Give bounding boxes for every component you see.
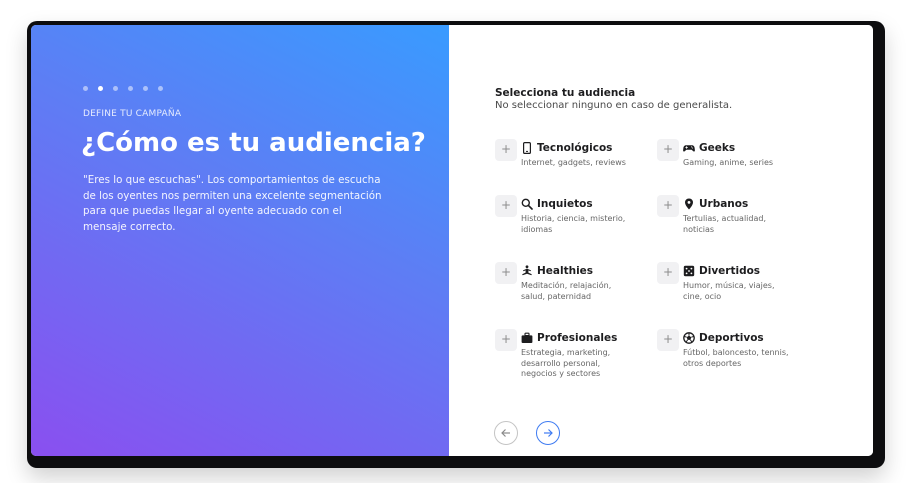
soccer-ball-icon <box>683 332 695 344</box>
option-description: Gaming, anime, series <box>683 158 774 167</box>
audience-title: Selecciona tu audiencia <box>495 87 636 99</box>
step-dot[interactable] <box>83 86 88 91</box>
section-kicker: DEFINE TU CAMPAÑA <box>83 109 182 119</box>
smartphone-icon <box>523 142 531 154</box>
option-label: Urbanos <box>699 198 749 210</box>
add-button[interactable]: + <box>657 329 679 351</box>
option-description: Internet, gadgets, reviews <box>521 158 626 167</box>
option-description: Historia, ciencia, misterio, idiomas <box>521 214 626 234</box>
add-button[interactable]: + <box>495 262 517 284</box>
add-button[interactable]: + <box>657 262 679 284</box>
meditation-icon <box>522 265 532 276</box>
option-label: Deportivos <box>699 332 764 344</box>
option-label: Divertidos <box>699 265 761 277</box>
option-label: Healthies <box>537 265 594 277</box>
dice-icon <box>683 265 695 277</box>
gamepad-icon <box>683 145 695 152</box>
step-dot[interactable] <box>113 86 118 91</box>
add-button[interactable]: + <box>495 195 517 217</box>
previous-button[interactable] <box>494 421 518 445</box>
wizard-card: DEFINE TU CAMPAÑA ¿Cómo es tu audiencia?… <box>31 25 873 456</box>
briefcase-icon <box>521 332 533 343</box>
audience-panel: Selecciona tu audiencia No seleccionar n… <box>449 25 873 456</box>
intro-panel: DEFINE TU CAMPAÑA ¿Cómo es tu audiencia?… <box>31 25 449 456</box>
add-button[interactable]: + <box>657 139 679 161</box>
map-pin-icon <box>685 198 693 210</box>
option-label: Geeks <box>699 142 736 154</box>
step-dot-active[interactable] <box>98 86 103 91</box>
audience-subtitle: No seleccionar ninguno en caso de genera… <box>495 100 733 111</box>
step-indicator <box>83 86 163 91</box>
option-description: Meditación, relajación, salud, paternida… <box>521 281 612 301</box>
step-dot[interactable] <box>128 86 133 91</box>
option-description: Estrategia, marketing, desarrollo person… <box>521 348 611 378</box>
option-description: Tertulias, actualidad, noticias <box>683 214 767 234</box>
page-description: "Eres lo que escuchas". Los comportamien… <box>83 174 382 233</box>
option-description: Humor, música, viajes, cine, ocio <box>683 281 775 301</box>
arrow-left-icon <box>501 429 510 437</box>
option-label: Inquietos <box>537 198 593 210</box>
step-dot[interactable] <box>158 86 163 91</box>
search-icon <box>521 198 533 210</box>
option-label: Profesionales <box>537 332 618 344</box>
add-button[interactable]: + <box>657 195 679 217</box>
next-button[interactable] <box>536 421 560 445</box>
page-title: ¿Cómo es tu audiencia? <box>81 128 426 158</box>
arrow-right-icon <box>544 429 553 437</box>
step-dot[interactable] <box>143 86 148 91</box>
add-button[interactable]: + <box>495 329 517 351</box>
add-button[interactable]: + <box>495 139 517 161</box>
option-label: Tecnológicos <box>537 142 613 154</box>
option-description: Fútbol, baloncesto, tennis, otros deport… <box>683 348 789 368</box>
